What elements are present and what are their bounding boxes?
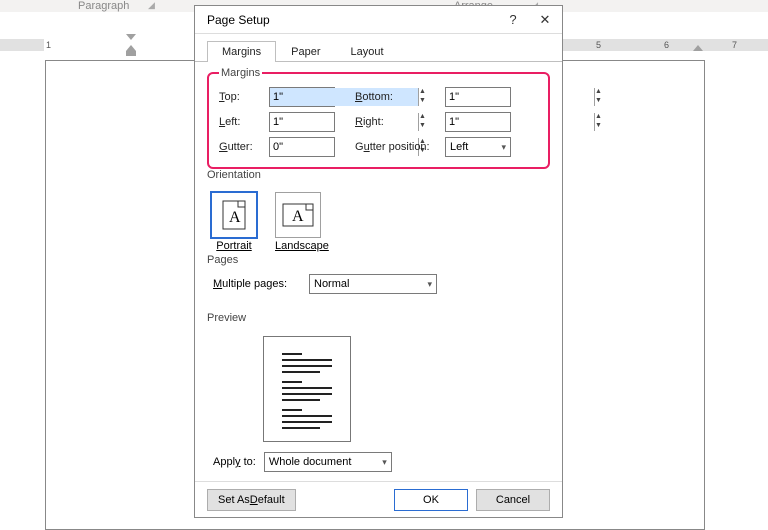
landscape-page-icon: A bbox=[282, 203, 314, 227]
multiple-pages-dropdown[interactable]: Normal ▾ bbox=[309, 274, 437, 294]
help-button[interactable]: ? bbox=[504, 11, 522, 29]
tab-strip: Margins Paper Layout bbox=[195, 34, 562, 62]
ribbon-launcher-icon: ◢ bbox=[148, 0, 155, 11]
margins-fieldset: Margins Top: ▲▼ Bottom: ▲▼ Left: ▲▼ bbox=[207, 67, 550, 169]
margin-right-input[interactable] bbox=[446, 113, 594, 131]
multiple-pages-value: Normal bbox=[314, 278, 349, 290]
page-setup-dialog: Page Setup ? ✕ Margins Paper Layout Marg… bbox=[194, 5, 563, 518]
gutter-position-value: Left bbox=[450, 141, 468, 153]
chevron-down-icon: ▾ bbox=[427, 279, 432, 290]
gutter-spinner[interactable]: ▲▼ bbox=[269, 137, 335, 157]
orientation-fieldset: Orientation A Portrait A Landscape bbox=[207, 169, 550, 254]
portrait-page-icon: A bbox=[222, 200, 246, 230]
margin-top-spinner[interactable]: ▲▼ bbox=[269, 87, 335, 107]
margin-top-label: Top: bbox=[219, 91, 269, 103]
margin-bottom-input[interactable] bbox=[446, 88, 594, 106]
pages-legend: Pages bbox=[207, 254, 238, 266]
apply-to-value: Whole document bbox=[269, 456, 352, 468]
orientation-portrait[interactable]: A Portrait bbox=[211, 192, 257, 252]
margin-bottom-spinner[interactable]: ▲▼ bbox=[445, 87, 511, 107]
multiple-pages-label: Multiple pages: bbox=[213, 278, 287, 290]
cancel-button[interactable]: Cancel bbox=[476, 489, 550, 511]
tab-margins[interactable]: Margins bbox=[207, 41, 276, 62]
margin-right-spinner[interactable]: ▲▼ bbox=[445, 112, 511, 132]
preview-fieldset: Preview bbox=[207, 312, 550, 448]
ribbon-group-paragraph: Paragraph bbox=[78, 0, 129, 12]
margins-legend: Margins bbox=[219, 67, 262, 79]
set-as-default-button[interactable]: Set As Default bbox=[207, 489, 296, 511]
svg-text:A: A bbox=[292, 208, 304, 225]
spin-down-icon[interactable]: ▼ bbox=[595, 122, 602, 131]
dialog-titlebar[interactable]: Page Setup ? ✕ bbox=[195, 6, 562, 34]
ruler-tick: 7 bbox=[732, 40, 737, 50]
preview-legend: Preview bbox=[207, 312, 246, 324]
tab-paper[interactable]: Paper bbox=[276, 41, 335, 62]
spin-down-icon[interactable]: ▼ bbox=[595, 97, 602, 106]
margin-bottom-label: Bottom: bbox=[355, 91, 445, 103]
ruler-tick: 1 bbox=[46, 40, 51, 50]
portrait-caption: Portrait bbox=[211, 240, 257, 252]
ruler-tick: 6 bbox=[664, 40, 669, 50]
landscape-caption: Landscape bbox=[275, 240, 329, 252]
apply-to-dropdown[interactable]: Whole document ▾ bbox=[264, 452, 392, 472]
gutter-label: Gutter: bbox=[219, 141, 269, 153]
margin-left-label: Left: bbox=[219, 116, 269, 128]
chevron-down-icon: ▾ bbox=[382, 457, 387, 468]
margin-left-spinner[interactable]: ▲▼ bbox=[269, 112, 335, 132]
svg-text:A: A bbox=[229, 209, 241, 226]
orientation-landscape[interactable]: A Landscape bbox=[275, 192, 329, 252]
margin-right-label: Right: bbox=[355, 116, 445, 128]
chevron-down-icon: ▾ bbox=[501, 142, 506, 153]
gutter-position-dropdown[interactable]: Left ▾ bbox=[445, 137, 511, 157]
indent-marker-icon[interactable] bbox=[126, 34, 136, 40]
dialog-title: Page Setup bbox=[207, 13, 270, 27]
pages-fieldset: Pages Multiple pages: Normal ▾ bbox=[207, 254, 550, 294]
right-indent-marker-icon[interactable] bbox=[693, 45, 703, 51]
spin-up-icon[interactable]: ▲ bbox=[595, 88, 602, 97]
indent-marker-icon[interactable] bbox=[126, 51, 136, 56]
gutter-position-label: Gutter position: bbox=[355, 141, 445, 153]
tab-layout[interactable]: Layout bbox=[335, 41, 398, 62]
ruler-tick: 5 bbox=[596, 40, 601, 50]
apply-to-label: Apply to: bbox=[213, 456, 256, 468]
close-icon[interactable]: ✕ bbox=[536, 11, 554, 29]
spin-up-icon[interactable]: ▲ bbox=[595, 113, 602, 122]
ok-button[interactable]: OK bbox=[394, 489, 468, 511]
preview-page-icon bbox=[263, 336, 351, 442]
orientation-legend: Orientation bbox=[207, 169, 261, 181]
